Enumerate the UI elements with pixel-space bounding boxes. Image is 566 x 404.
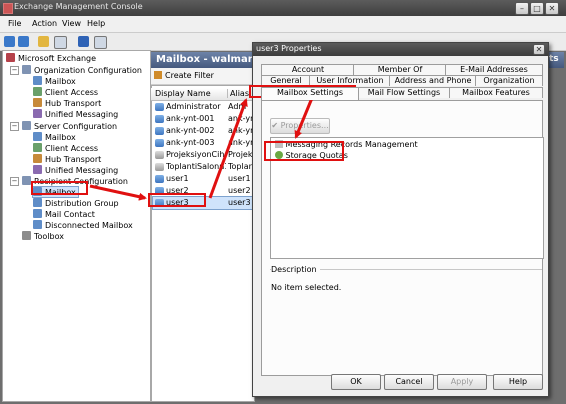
exchange-icon [6, 53, 15, 62]
user-mailbox-icon [155, 175, 164, 183]
room-mailbox-icon [155, 163, 164, 171]
tree-disconnected-mailbox[interactable]: Disconnected Mailbox [33, 220, 133, 230]
tree-org-mailbox[interactable]: Mailbox [33, 76, 76, 86]
minimize-button[interactable]: – [515, 2, 529, 15]
maximize-button[interactable]: □ [530, 2, 544, 15]
title-bar: Exchange Management Console – □ ✕ [0, 0, 566, 16]
properties-toolbar-icon[interactable] [94, 36, 107, 49]
apply-button[interactable]: Apply [437, 374, 487, 390]
filter-bar: Create Filter [151, 68, 261, 85]
tree-root-microsoft-exchange[interactable]: Microsoft Exchange [6, 53, 96, 63]
tree-org-hub-transport[interactable]: Hub Transport [33, 98, 101, 108]
column-display-name[interactable]: Display Name [155, 89, 211, 98]
mailbox-icon [33, 132, 42, 141]
exchange-app-icon [3, 3, 13, 14]
tree-organization-configuration[interactable]: Organization Configuration [22, 65, 142, 75]
window-title: Exchange Management Console [14, 2, 143, 11]
tab-mailbox-settings[interactable]: Mailbox Settings [261, 87, 359, 100]
mailbox-icon [33, 76, 42, 85]
user-mailbox-icon [155, 139, 164, 147]
server-icon [22, 121, 31, 130]
menu-help[interactable]: Help [87, 19, 105, 28]
properties-check-icon: ✔ [271, 121, 279, 130]
user3-properties-dialog: user3 Properties ✕ Account Member Of E-M… [252, 42, 549, 397]
menu-action[interactable]: Action [32, 19, 57, 28]
dialog-title-bar: user3 Properties ✕ [253, 43, 548, 56]
column-alias[interactable]: Alias [227, 89, 249, 98]
filter-icon [154, 71, 162, 79]
highlight-storage-quotas [264, 141, 344, 161]
table-row[interactable]: Administrator Adm [153, 101, 253, 113]
tab-address-and-phone[interactable]: Address and Phone [389, 75, 477, 86]
back-arrow-icon[interactable] [4, 36, 15, 47]
expand-toggle[interactable]: − [10, 177, 19, 186]
hub-transport-icon [33, 98, 42, 107]
tab-mailbox-features[interactable]: Mailbox Features [449, 87, 543, 98]
tab-organization[interactable]: Organization [475, 75, 543, 86]
user-mailbox-icon [155, 103, 164, 111]
highlight-user3-row [148, 193, 206, 207]
table-row[interactable]: user1 user1 [153, 173, 253, 185]
table-row[interactable]: ank-ynt-003ank-yn [153, 137, 253, 149]
group-icon [33, 198, 42, 207]
hub-transport-icon [33, 154, 42, 163]
tree-org-unified-messaging[interactable]: Unified Messaging [33, 109, 118, 119]
dialog-title: user3 Properties [256, 44, 322, 53]
tab-email-addresses[interactable]: E-Mail Addresses [445, 64, 543, 75]
help-icon[interactable] [78, 36, 89, 47]
tree-server-configuration[interactable]: Server Configuration [22, 121, 117, 131]
dialog-close-button[interactable]: ✕ [533, 44, 545, 55]
menu-bar: File Action View Help [0, 16, 566, 33]
ok-button[interactable]: OK [331, 374, 381, 390]
highlight-recipient-mailbox [31, 181, 88, 195]
tab-member-of[interactable]: Member Of [353, 64, 447, 75]
close-button[interactable]: ✕ [545, 2, 559, 15]
table-row[interactable]: ProjeksiyonCihaziProjeks [153, 149, 253, 161]
actions-pane-header: ts [547, 52, 564, 68]
tree-server-unified-messaging[interactable]: Unified Messaging [33, 165, 118, 175]
menu-view[interactable]: View [62, 19, 81, 28]
tree-distribution-group[interactable]: Distribution Group [33, 198, 119, 208]
forward-arrow-icon[interactable] [18, 36, 29, 47]
toolbox-icon [22, 231, 31, 240]
table-row[interactable]: ank-ynt-002ank-yn [153, 125, 253, 137]
table-row[interactable]: ToplantiSalonu1 Toplan [153, 161, 253, 173]
tree-org-client-access[interactable]: Client Access [33, 87, 98, 97]
tab-mail-flow-settings[interactable]: Mail Flow Settings [357, 87, 451, 98]
table-row[interactable]: ank-ynt-001ank-yn [153, 113, 253, 125]
help-button[interactable]: Help [493, 374, 543, 390]
up-folder-icon[interactable] [38, 36, 49, 47]
tab-account[interactable]: Account [261, 64, 355, 75]
list-header: Display Name Alias [151, 88, 253, 101]
room-mailbox-icon [155, 151, 164, 159]
client-access-icon [33, 143, 42, 152]
properties-button[interactable]: ✔ Properties... [270, 118, 330, 134]
recipient-icon [22, 176, 31, 185]
user-mailbox-icon [155, 127, 164, 135]
expand-toggle[interactable]: − [10, 122, 19, 131]
organization-icon [22, 65, 31, 74]
tree-server-client-access[interactable]: Client Access [33, 143, 98, 153]
menu-file[interactable]: File [8, 19, 21, 28]
description-text: No item selected. [271, 283, 342, 292]
cancel-button[interactable]: Cancel [384, 374, 434, 390]
show-hide-tree-icon[interactable] [54, 36, 67, 49]
unified-messaging-icon [33, 165, 42, 174]
expand-toggle[interactable]: − [10, 66, 19, 75]
unified-messaging-icon [33, 109, 42, 118]
contact-icon [33, 209, 42, 218]
tree-toolbox[interactable]: Toolbox [22, 231, 64, 241]
create-filter-button[interactable]: Create Filter [165, 71, 214, 80]
tree-mail-contact[interactable]: Mail Contact [33, 209, 95, 219]
tree-server-hub-transport[interactable]: Hub Transport [33, 154, 101, 164]
client-access-icon [33, 87, 42, 96]
description-label: Description [271, 265, 320, 274]
disconnected-mailbox-icon [33, 220, 42, 229]
tree-server-mailbox[interactable]: Mailbox [33, 132, 76, 142]
user-mailbox-icon [155, 115, 164, 123]
result-pane-header: Mailbox - walmar [151, 52, 261, 68]
